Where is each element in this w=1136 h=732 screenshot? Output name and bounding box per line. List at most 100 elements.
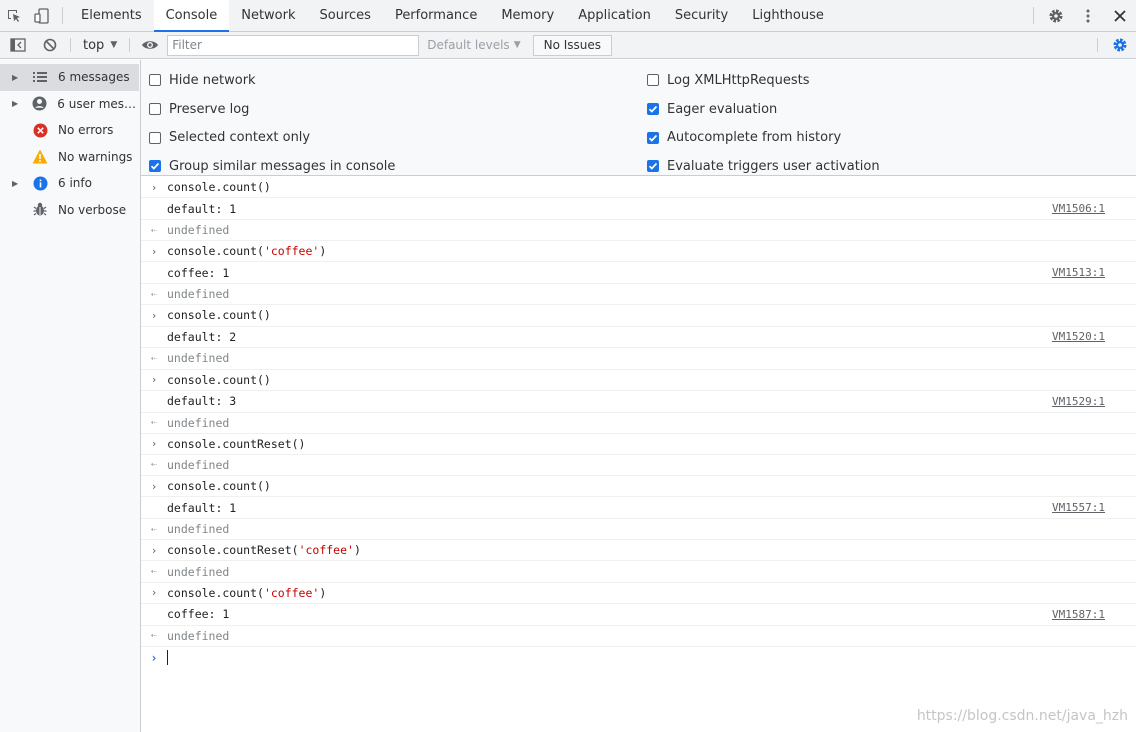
tab-network[interactable]: Network <box>229 0 307 31</box>
code-text: undefined <box>167 522 230 537</box>
console-result-row: ⇠ undefined <box>141 455 1136 477</box>
expand-triangle-icon[interactable]: ▶ <box>12 99 24 108</box>
tab-label: Console <box>165 8 218 23</box>
setting-log-xmlhttprequests[interactable]: Log XMLHttpRequests <box>647 66 880 95</box>
checkbox[interactable] <box>647 160 659 173</box>
tab-label: Security <box>674 8 729 23</box>
tab-application[interactable]: Application <box>566 0 663 31</box>
code-text: console.count() <box>167 372 271 387</box>
source-link[interactable]: VM1520:1 <box>1052 330 1105 343</box>
console-settings-gear-icon[interactable] <box>1104 32 1136 59</box>
setting-label: Group similar messages in console <box>169 158 396 174</box>
console-messages[interactable]: › console.count() default: 1 VM1506:1 ⇠ undef… <box>141 177 1136 732</box>
setting-autocomplete-from-history[interactable]: Autocomplete from history <box>647 123 880 152</box>
console-sidebar: ▶ 6 messages ▶ 6 user mess… No errors No warn… <box>0 60 141 732</box>
code-text: undefined <box>167 564 230 579</box>
source-link[interactable]: VM1529:1 <box>1052 395 1105 408</box>
more-options-icon[interactable] <box>1072 0 1104 31</box>
tab-lighthouse[interactable]: Lighthouse <box>740 0 836 31</box>
device-toolbar-icon[interactable] <box>28 0 56 31</box>
setting-preserve-log[interactable]: Preserve log <box>149 95 395 124</box>
message-text: console.count() <box>167 479 271 493</box>
close-icon[interactable] <box>1104 0 1136 31</box>
tab-memory[interactable]: Memory <box>489 0 566 31</box>
setting-label: Log XMLHttpRequests <box>667 72 810 88</box>
issues-button[interactable]: No Issues <box>532 34 613 56</box>
sidebar-item-label: 6 user mess… <box>57 96 140 111</box>
checkbox[interactable] <box>647 74 659 87</box>
console-settings-panel: Hide network Preserve log Selected context… <box>141 60 1136 176</box>
tab-elements[interactable]: Elements <box>69 0 154 31</box>
tab-label: Elements <box>81 8 142 23</box>
sidebar-item-user[interactable]: ▶ 6 user mess… <box>0 91 140 118</box>
console-input-row: › console.count('coffee') <box>141 583 1136 604</box>
tab-security[interactable]: Security <box>663 0 740 31</box>
console-result-row: ⇠ undefined <box>141 413 1136 434</box>
expand-triangle-icon[interactable]: ▶ <box>12 73 24 82</box>
source-link[interactable]: VM1557:1 <box>1052 501 1105 514</box>
tab-sources[interactable]: Sources <box>308 0 383 31</box>
checkbox[interactable] <box>149 103 161 116</box>
console-log-row: default: 1 VM1557:1 <box>141 497 1136 520</box>
code-text: ) <box>353 543 361 558</box>
setting-hide-network[interactable]: Hide network <box>149 66 395 95</box>
console-result-row: ⇠ undefined <box>141 220 1136 242</box>
text-cursor <box>167 650 168 666</box>
setting-label: Eager evaluation <box>667 101 778 117</box>
checkbox[interactable] <box>149 131 161 144</box>
message-text: undefined <box>167 287 229 301</box>
separator <box>70 38 71 52</box>
clear-console-icon[interactable] <box>36 32 64 59</box>
result-arrow-icon: ⇠ <box>150 224 158 236</box>
result-arrow-icon: ⇠ <box>150 566 158 578</box>
sidebar-item-list[interactable]: ▶ 6 messages <box>0 64 139 91</box>
console-input-row: › console.countReset('coffee') <box>141 540 1136 562</box>
live-expression-eye-icon[interactable] <box>136 32 164 59</box>
string-literal: 'coffee' <box>263 244 320 259</box>
setting-eager-evaluation[interactable]: Eager evaluation <box>647 95 880 124</box>
settings-gear-icon[interactable] <box>1040 0 1072 31</box>
checkbox[interactable] <box>647 103 659 116</box>
sidebar-item-label: No verbose <box>58 202 127 217</box>
message-text: console.countReset() <box>167 437 305 451</box>
input-chevron-icon: › <box>150 437 158 451</box>
setting-label: Hide network <box>169 72 256 88</box>
code-text: undefined <box>167 223 230 238</box>
console-input-row: › console.count() <box>141 370 1136 391</box>
tab-performance[interactable]: Performance <box>383 0 489 31</box>
sidebar-item-error[interactable]: No errors <box>0 117 140 144</box>
inspect-element-icon[interactable] <box>0 0 28 31</box>
input-chevron-icon: › <box>150 244 158 258</box>
code-text: console.countReset( <box>167 543 299 558</box>
console-log-row: default: 3 VM1529:1 <box>141 391 1136 413</box>
tab-console[interactable]: Console <box>153 0 230 32</box>
sidebar-item-info[interactable]: ▶ 6 info <box>0 170 140 197</box>
result-arrow-icon: ⇠ <box>150 523 158 535</box>
code-text: undefined <box>167 415 230 430</box>
checkbox[interactable] <box>149 74 161 87</box>
context-selector[interactable]: top ▼ <box>77 32 123 59</box>
sidebar-toggle-icon[interactable] <box>0 32 36 59</box>
message-text: coffee: 1 <box>167 607 229 621</box>
sidebar-item-warning[interactable]: No warnings <box>0 144 140 171</box>
expand-triangle-icon[interactable]: ▶ <box>12 179 24 188</box>
message-text: default: 1 <box>167 202 236 216</box>
console-log-row: default: 2 VM1520:1 <box>141 327 1136 349</box>
error-icon <box>32 122 48 138</box>
log-levels-dropdown[interactable]: Default levels ▼ <box>427 38 520 52</box>
string-literal: 'coffee' <box>298 543 354 558</box>
source-link[interactable]: VM1506:1 <box>1052 202 1105 215</box>
string-literal: 'coffee' <box>263 585 320 600</box>
sidebar-item-bug[interactable]: No verbose <box>0 197 140 224</box>
setting-selected-context-only[interactable]: Selected context only <box>149 123 395 152</box>
filter-input[interactable] <box>167 34 420 56</box>
message-text: undefined <box>167 223 229 237</box>
source-link[interactable]: VM1587:1 <box>1052 608 1105 621</box>
checkbox[interactable] <box>149 160 161 173</box>
checkbox[interactable] <box>647 131 659 144</box>
tab-label: Memory <box>501 8 555 23</box>
console-prompt[interactable]: › <box>141 647 1136 669</box>
source-link[interactable]: VM1513:1 <box>1052 266 1105 279</box>
context-label: top <box>83 37 105 53</box>
bug-icon <box>32 202 48 218</box>
